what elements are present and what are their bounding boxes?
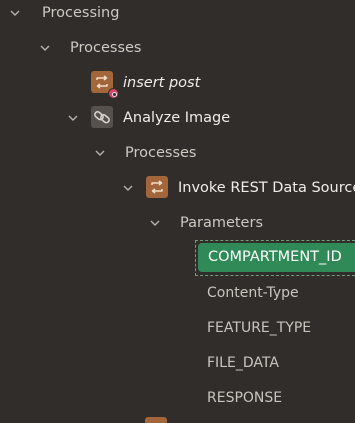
component-tree: Processing Processes insert post Analyze…	[0, 0, 355, 423]
tree-node-param[interactable]: FILE_DATA	[207, 353, 279, 373]
chevron-down-icon[interactable]	[40, 43, 50, 53]
tree-node-param[interactable]: FEATURE_TYPE	[207, 318, 311, 338]
error-badge-icon	[108, 88, 119, 99]
tree-node-invoke-rest-data-source[interactable]: Invoke REST Data Source	[178, 178, 355, 198]
tree-node-param-selected[interactable]: COMPARTMENT_ID	[198, 243, 355, 272]
chevron-down-icon[interactable]	[150, 218, 160, 228]
tree-node-param[interactable]: Content-Type	[207, 283, 299, 303]
tree-node-processes-analyze[interactable]: Processes	[125, 143, 196, 163]
process-icon	[146, 176, 168, 198]
chevron-down-icon[interactable]	[68, 113, 78, 123]
tree-node-parameters[interactable]: Parameters	[180, 213, 263, 233]
param-label: COMPARTMENT_ID	[208, 249, 342, 265]
tree-node-insert-post[interactable]: insert post	[123, 73, 200, 93]
tree-node-analyze-image[interactable]: Analyze Image	[123, 108, 230, 128]
chevron-down-icon[interactable]	[10, 8, 20, 18]
link-icon	[91, 106, 113, 128]
tree-node-param[interactable]: RESPONSE	[207, 388, 282, 408]
tree-node-processing[interactable]: Processing	[42, 3, 119, 23]
chevron-down-icon[interactable]	[95, 148, 105, 158]
chevron-down-icon[interactable]	[123, 183, 133, 193]
tree-node-processes[interactable]: Processes	[70, 38, 141, 58]
process-icon	[145, 417, 167, 423]
